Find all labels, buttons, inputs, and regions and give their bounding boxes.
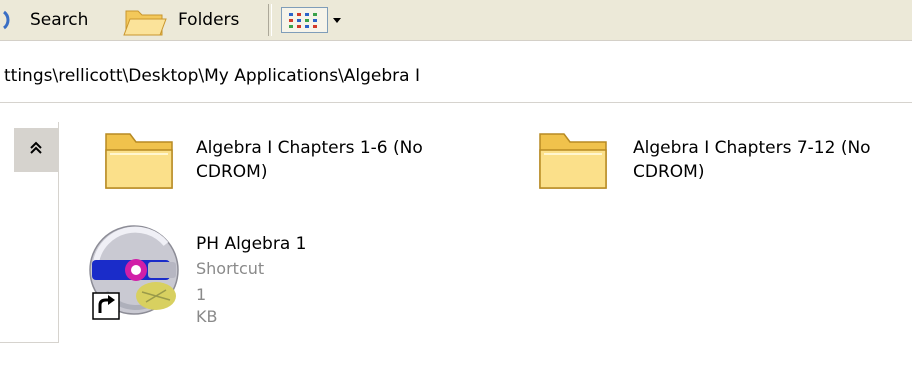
folder-icon bbox=[105, 133, 173, 189]
shortcut-arrow-icon bbox=[92, 292, 120, 320]
address-divider bbox=[0, 102, 912, 103]
search-icon[interactable] bbox=[2, 8, 18, 32]
item-size: 1 KB bbox=[196, 285, 218, 326]
address-bar[interactable]: ttings\rellicott\Desktop\My Applications… bbox=[0, 56, 912, 94]
toolbar-separator bbox=[268, 4, 272, 36]
collapse-pane-button[interactable] bbox=[14, 128, 58, 172]
views-icon[interactable] bbox=[281, 7, 347, 33]
folders-icon[interactable] bbox=[120, 5, 168, 37]
search-button-label[interactable]: Search bbox=[30, 10, 88, 30]
item-name-line2: CDROM) bbox=[633, 162, 705, 182]
toolbar: Search Folders bbox=[0, 0, 912, 41]
double-chevron-up-icon bbox=[30, 141, 42, 154]
folders-button-label[interactable]: Folders bbox=[178, 10, 239, 30]
item-type: Shortcut bbox=[196, 259, 265, 278]
item-name: Algebra I Chapters 1-6 (No bbox=[196, 138, 423, 158]
item-name-line2: CDROM) bbox=[196, 162, 268, 182]
item-name: Algebra I Chapters 7-12 (No bbox=[633, 138, 871, 158]
item-name: PH Algebra 1 bbox=[196, 234, 307, 254]
address-path[interactable]: ttings\rellicott\Desktop\My Applications… bbox=[4, 66, 420, 86]
folder-icon bbox=[539, 133, 607, 189]
